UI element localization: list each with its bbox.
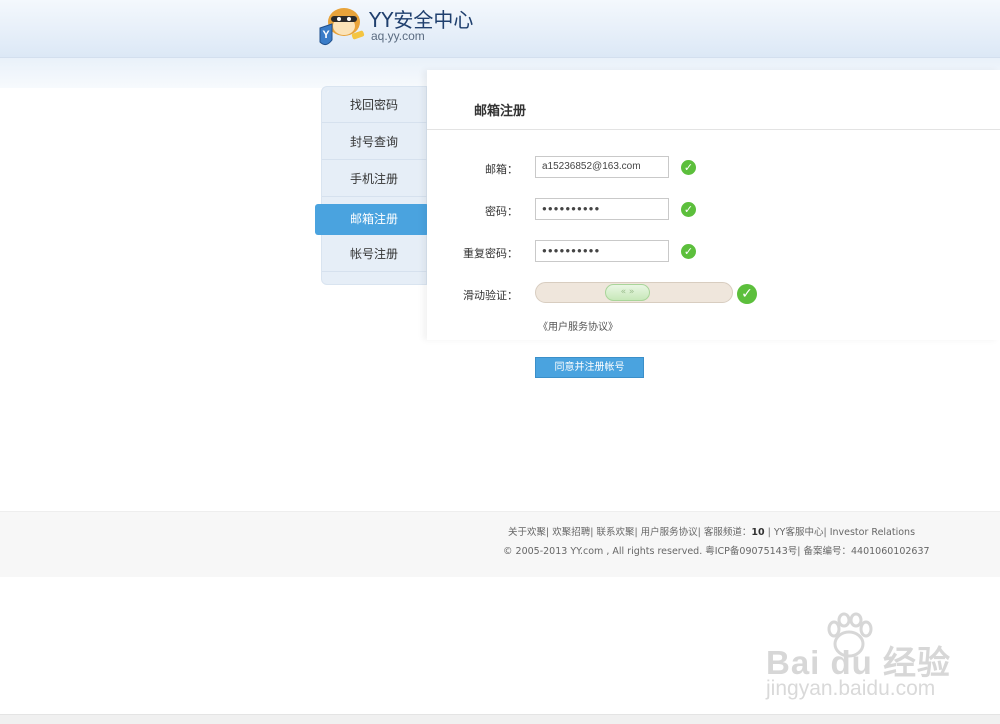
page-title: 邮箱注册 — [474, 104, 527, 119]
sidebar-item-phone-register[interactable]: 手机注册 — [322, 161, 428, 197]
user-agreement-link[interactable]: 《用户服务协议》 — [538, 318, 618, 333]
email-label: 邮箱： — [485, 163, 518, 176]
email-field[interactable]: a15236852@163.com — [535, 156, 669, 178]
page-header — [0, 0, 1000, 58]
footer-links[interactable]: 关于欢聚| 欢聚招聘| 联系欢聚| 用户服务协议| 客服频道：10 | YY客服… — [508, 524, 915, 538]
footer-copyright: © 2005-2013 YY.com , All rights reserved… — [503, 546, 930, 557]
check-icon: ✓ — [737, 284, 757, 304]
footer-links-text[interactable]: 关于欢聚| 欢聚招聘| 联系欢聚| 用户服务协议| 客服频道： — [508, 527, 751, 538]
password-field[interactable]: ●●●●●●●●●● — [535, 198, 669, 220]
sidebar-item-email-register[interactable]: 邮箱注册 — [315, 204, 429, 235]
footer-links-tail[interactable]: | YY客服中心| Investor Relations — [765, 527, 915, 538]
sidebar-item-recover-password[interactable]: 找回密码 — [322, 87, 428, 123]
sidebar-item-ban-query[interactable]: 封号查询 — [322, 124, 428, 160]
svg-text:Y: Y — [322, 29, 330, 41]
agree-and-register-button[interactable]: 同意并注册帐号 — [535, 357, 644, 378]
repeat-password-label: 重复密码： — [463, 247, 518, 260]
title-divider — [427, 129, 1000, 130]
sidebar: 找回密码 封号查询 手机注册 邮箱注册 帐号注册 — [315, 86, 429, 285]
sidebar-item-account-register[interactable]: 帐号注册 — [322, 236, 428, 272]
service-channel-number: 10 — [751, 527, 765, 538]
yy-mascot-shield-icon[interactable]: Y — [316, 2, 368, 54]
check-icon: ✓ — [681, 244, 696, 259]
watermark-url: jingyan.baidu.com — [766, 677, 936, 700]
slider-handle[interactable]: « » — [605, 284, 650, 301]
check-icon: ✓ — [681, 160, 696, 175]
slider-verify-label: 滑动验证： — [463, 289, 518, 302]
repeat-password-field[interactable]: ●●●●●●●●●● — [535, 240, 669, 262]
check-icon: ✓ — [681, 202, 696, 217]
password-label: 密码： — [485, 205, 518, 218]
brand-url[interactable]: aq.yy.com — [371, 29, 425, 43]
